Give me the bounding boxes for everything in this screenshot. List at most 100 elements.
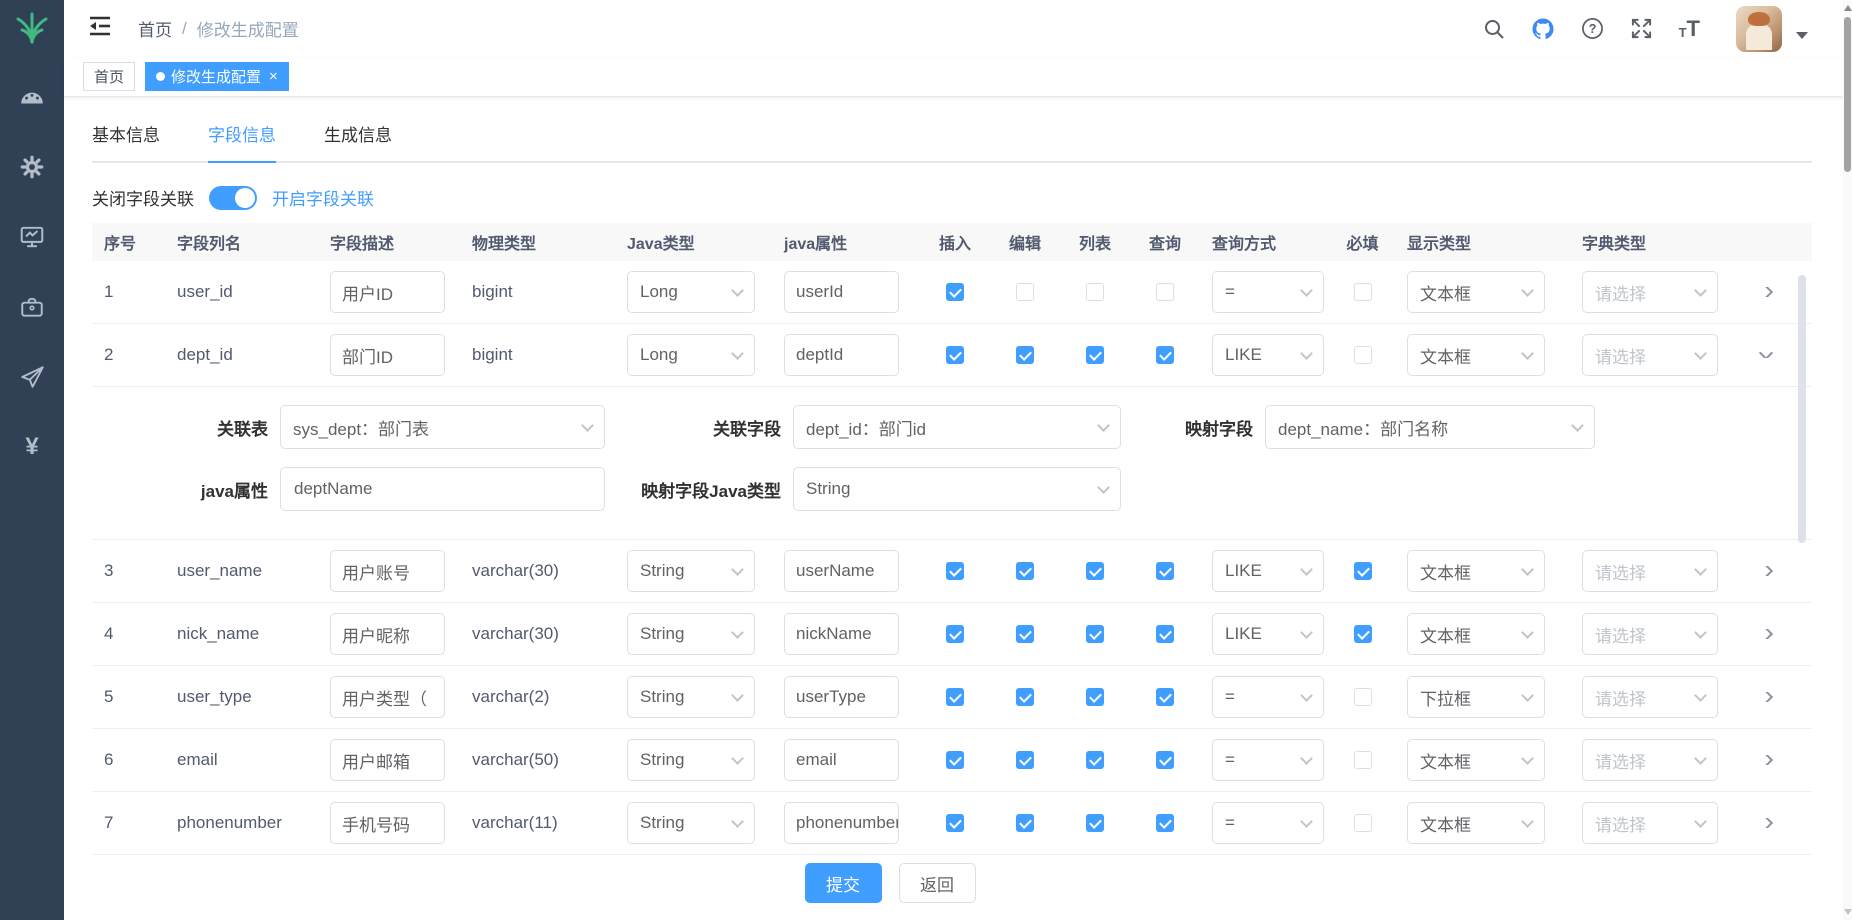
list-checkbox[interactable] <box>1086 814 1104 832</box>
breadcrumb-home[interactable]: 首页 <box>138 16 172 41</box>
expand-row-icon[interactable] <box>1759 755 1773 765</box>
dict-type-select[interactable]: 请选择 <box>1582 739 1718 781</box>
query-type-select[interactable]: = <box>1212 271 1324 313</box>
description-input[interactable]: 用户邮箱 <box>330 739 445 781</box>
description-input[interactable]: 用户昵称 <box>330 613 445 655</box>
app-logo[interactable] <box>13 8 51 48</box>
sidebar-item-guide[interactable] <box>19 364 45 390</box>
edit-checkbox[interactable] <box>1016 283 1034 301</box>
user-avatar[interactable] <box>1736 6 1782 52</box>
java-type-select[interactable]: Long <box>627 334 755 376</box>
github-link[interactable] <box>1531 17 1555 41</box>
insert-checkbox[interactable] <box>946 751 964 769</box>
query-type-select[interactable]: = <box>1212 676 1324 718</box>
rel-field-select[interactable]: dept_id：部门id <box>793 405 1121 449</box>
expand-row-icon[interactable] <box>1759 818 1773 828</box>
query-type-select[interactable]: = <box>1212 802 1324 844</box>
java-field-input[interactable]: userType <box>784 676 899 718</box>
expand-row-icon[interactable] <box>1759 692 1773 702</box>
java-field-input[interactable]: phonenumber <box>784 802 899 844</box>
list-checkbox[interactable] <box>1086 346 1104 364</box>
map-field-select[interactable]: dept_name：部门名称 <box>1265 405 1595 449</box>
query-type-select[interactable]: = <box>1212 739 1324 781</box>
query-type-select[interactable]: LIKE <box>1212 334 1324 376</box>
query-checkbox[interactable] <box>1156 625 1174 643</box>
java-type-select[interactable]: String <box>627 613 755 655</box>
java-field-input[interactable]: email <box>784 739 899 781</box>
dict-type-select[interactable]: 请选择 <box>1582 613 1718 655</box>
query-checkbox[interactable] <box>1156 751 1174 769</box>
fullscreen-button[interactable] <box>1630 17 1653 40</box>
expand-row-icon[interactable] <box>1759 629 1773 639</box>
sidebar-item-tool[interactable] <box>19 294 45 320</box>
sidebar-fold-button[interactable] <box>88 15 112 42</box>
insert-checkbox[interactable] <box>946 814 964 832</box>
java-type-select[interactable]: String <box>627 550 755 592</box>
description-input[interactable]: 部门ID <box>330 334 445 376</box>
description-input[interactable]: 用户账号 <box>330 550 445 592</box>
description-input[interactable]: 用户类型（ <box>330 676 445 718</box>
dict-type-select[interactable]: 请选择 <box>1582 271 1718 313</box>
tab-field-info[interactable]: 字段信息 <box>208 121 276 163</box>
display-type-select[interactable]: 文本框 <box>1407 271 1545 313</box>
tag-close-icon[interactable]: × <box>269 68 278 85</box>
sidebar-item-monitor[interactable] <box>19 224 45 250</box>
submit-button[interactable]: 提交 <box>805 863 882 903</box>
java-field-input[interactable]: userName <box>784 550 899 592</box>
list-checkbox[interactable] <box>1086 625 1104 643</box>
page-scrollbar[interactable] <box>1843 0 1852 920</box>
java-type-select[interactable]: String <box>627 802 755 844</box>
user-menu-caret-icon[interactable] <box>1796 32 1808 39</box>
field-association-switch[interactable] <box>209 186 257 210</box>
required-checkbox[interactable] <box>1354 562 1372 580</box>
query-type-select[interactable]: LIKE <box>1212 613 1324 655</box>
sidebar-item-finance[interactable]: ¥ <box>25 434 38 460</box>
java-attr-input[interactable]: deptName <box>280 467 605 511</box>
expand-row-icon[interactable] <box>1759 287 1773 297</box>
table-scrollbar-thumb[interactable] <box>1798 275 1806 543</box>
dict-type-select[interactable]: 请选择 <box>1582 550 1718 592</box>
tab-basic-info[interactable]: 基本信息 <box>92 121 160 161</box>
scroll-up-icon[interactable] <box>1844 5 1852 11</box>
dict-type-select[interactable]: 请选择 <box>1582 802 1718 844</box>
display-type-select[interactable]: 下拉框 <box>1407 676 1545 718</box>
dict-type-select[interactable]: 请选择 <box>1582 676 1718 718</box>
page-scrollbar-thumb[interactable] <box>1844 17 1851 172</box>
java-field-input[interactable]: deptId <box>784 334 899 376</box>
search-button[interactable] <box>1483 18 1505 40</box>
required-checkbox[interactable] <box>1354 283 1372 301</box>
sidebar-item-dashboard[interactable] <box>19 84 45 110</box>
description-input[interactable]: 手机号码 <box>330 802 445 844</box>
java-type-select[interactable]: Long <box>627 271 755 313</box>
rel-table-select[interactable]: sys_dept：部门表 <box>280 405 605 449</box>
list-checkbox[interactable] <box>1086 283 1104 301</box>
java-field-input[interactable]: nickName <box>784 613 899 655</box>
tag-current-page[interactable]: 修改生成配置 × <box>145 62 289 91</box>
query-checkbox[interactable] <box>1156 346 1174 364</box>
insert-checkbox[interactable] <box>946 346 964 364</box>
edit-checkbox[interactable] <box>1016 562 1034 580</box>
list-checkbox[interactable] <box>1086 562 1104 580</box>
display-type-select[interactable]: 文本框 <box>1407 739 1545 781</box>
list-checkbox[interactable] <box>1086 688 1104 706</box>
insert-checkbox[interactable] <box>946 283 964 301</box>
required-checkbox[interactable] <box>1354 688 1372 706</box>
java-type-select[interactable]: String <box>627 676 755 718</box>
java-field-input[interactable]: userId <box>784 271 899 313</box>
map-java-type-select[interactable]: String <box>793 467 1121 511</box>
insert-checkbox[interactable] <box>946 688 964 706</box>
description-input[interactable]: 用户ID <box>330 271 445 313</box>
list-checkbox[interactable] <box>1086 751 1104 769</box>
edit-checkbox[interactable] <box>1016 751 1034 769</box>
dict-type-select[interactable]: 请选择 <box>1582 334 1718 376</box>
expand-row-icon[interactable] <box>1759 566 1773 576</box>
query-checkbox[interactable] <box>1156 814 1174 832</box>
required-checkbox[interactable] <box>1354 751 1372 769</box>
edit-checkbox[interactable] <box>1016 814 1034 832</box>
required-checkbox[interactable] <box>1354 814 1372 832</box>
edit-checkbox[interactable] <box>1016 688 1034 706</box>
display-type-select[interactable]: 文本框 <box>1407 802 1545 844</box>
insert-checkbox[interactable] <box>946 562 964 580</box>
font-size-button[interactable]: TT <box>1679 18 1700 40</box>
insert-checkbox[interactable] <box>946 625 964 643</box>
